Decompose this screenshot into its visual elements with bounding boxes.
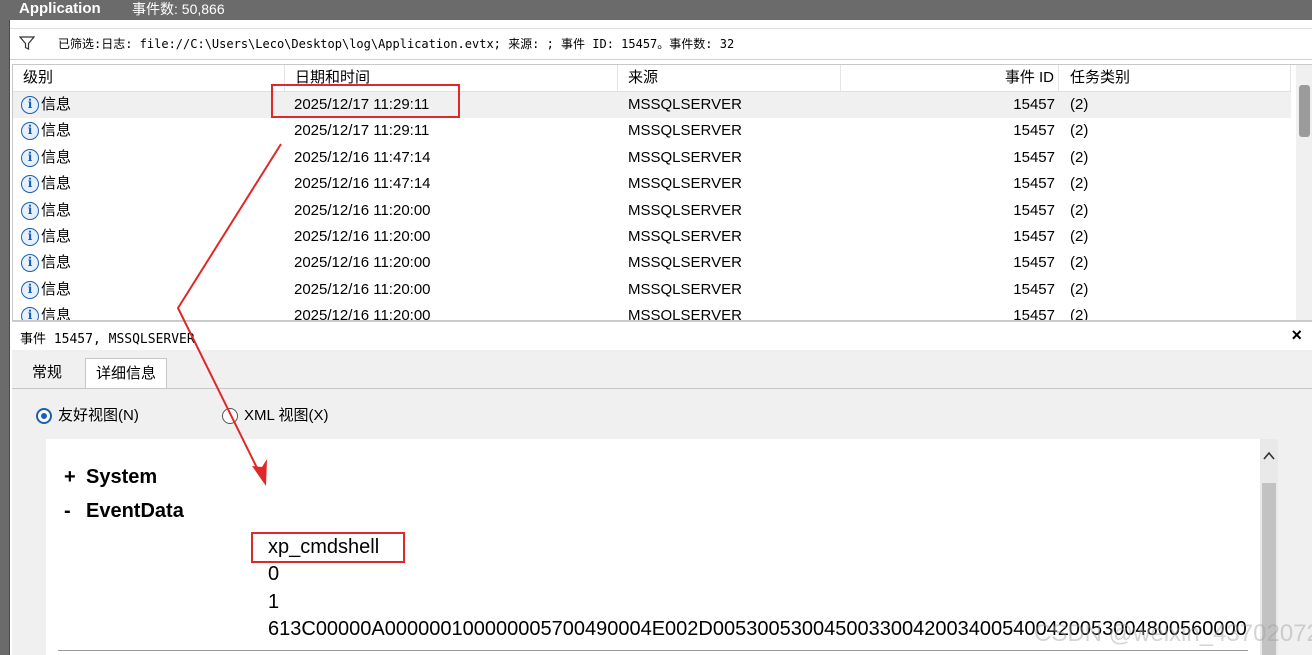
annotation-arrow [176,143,282,486]
